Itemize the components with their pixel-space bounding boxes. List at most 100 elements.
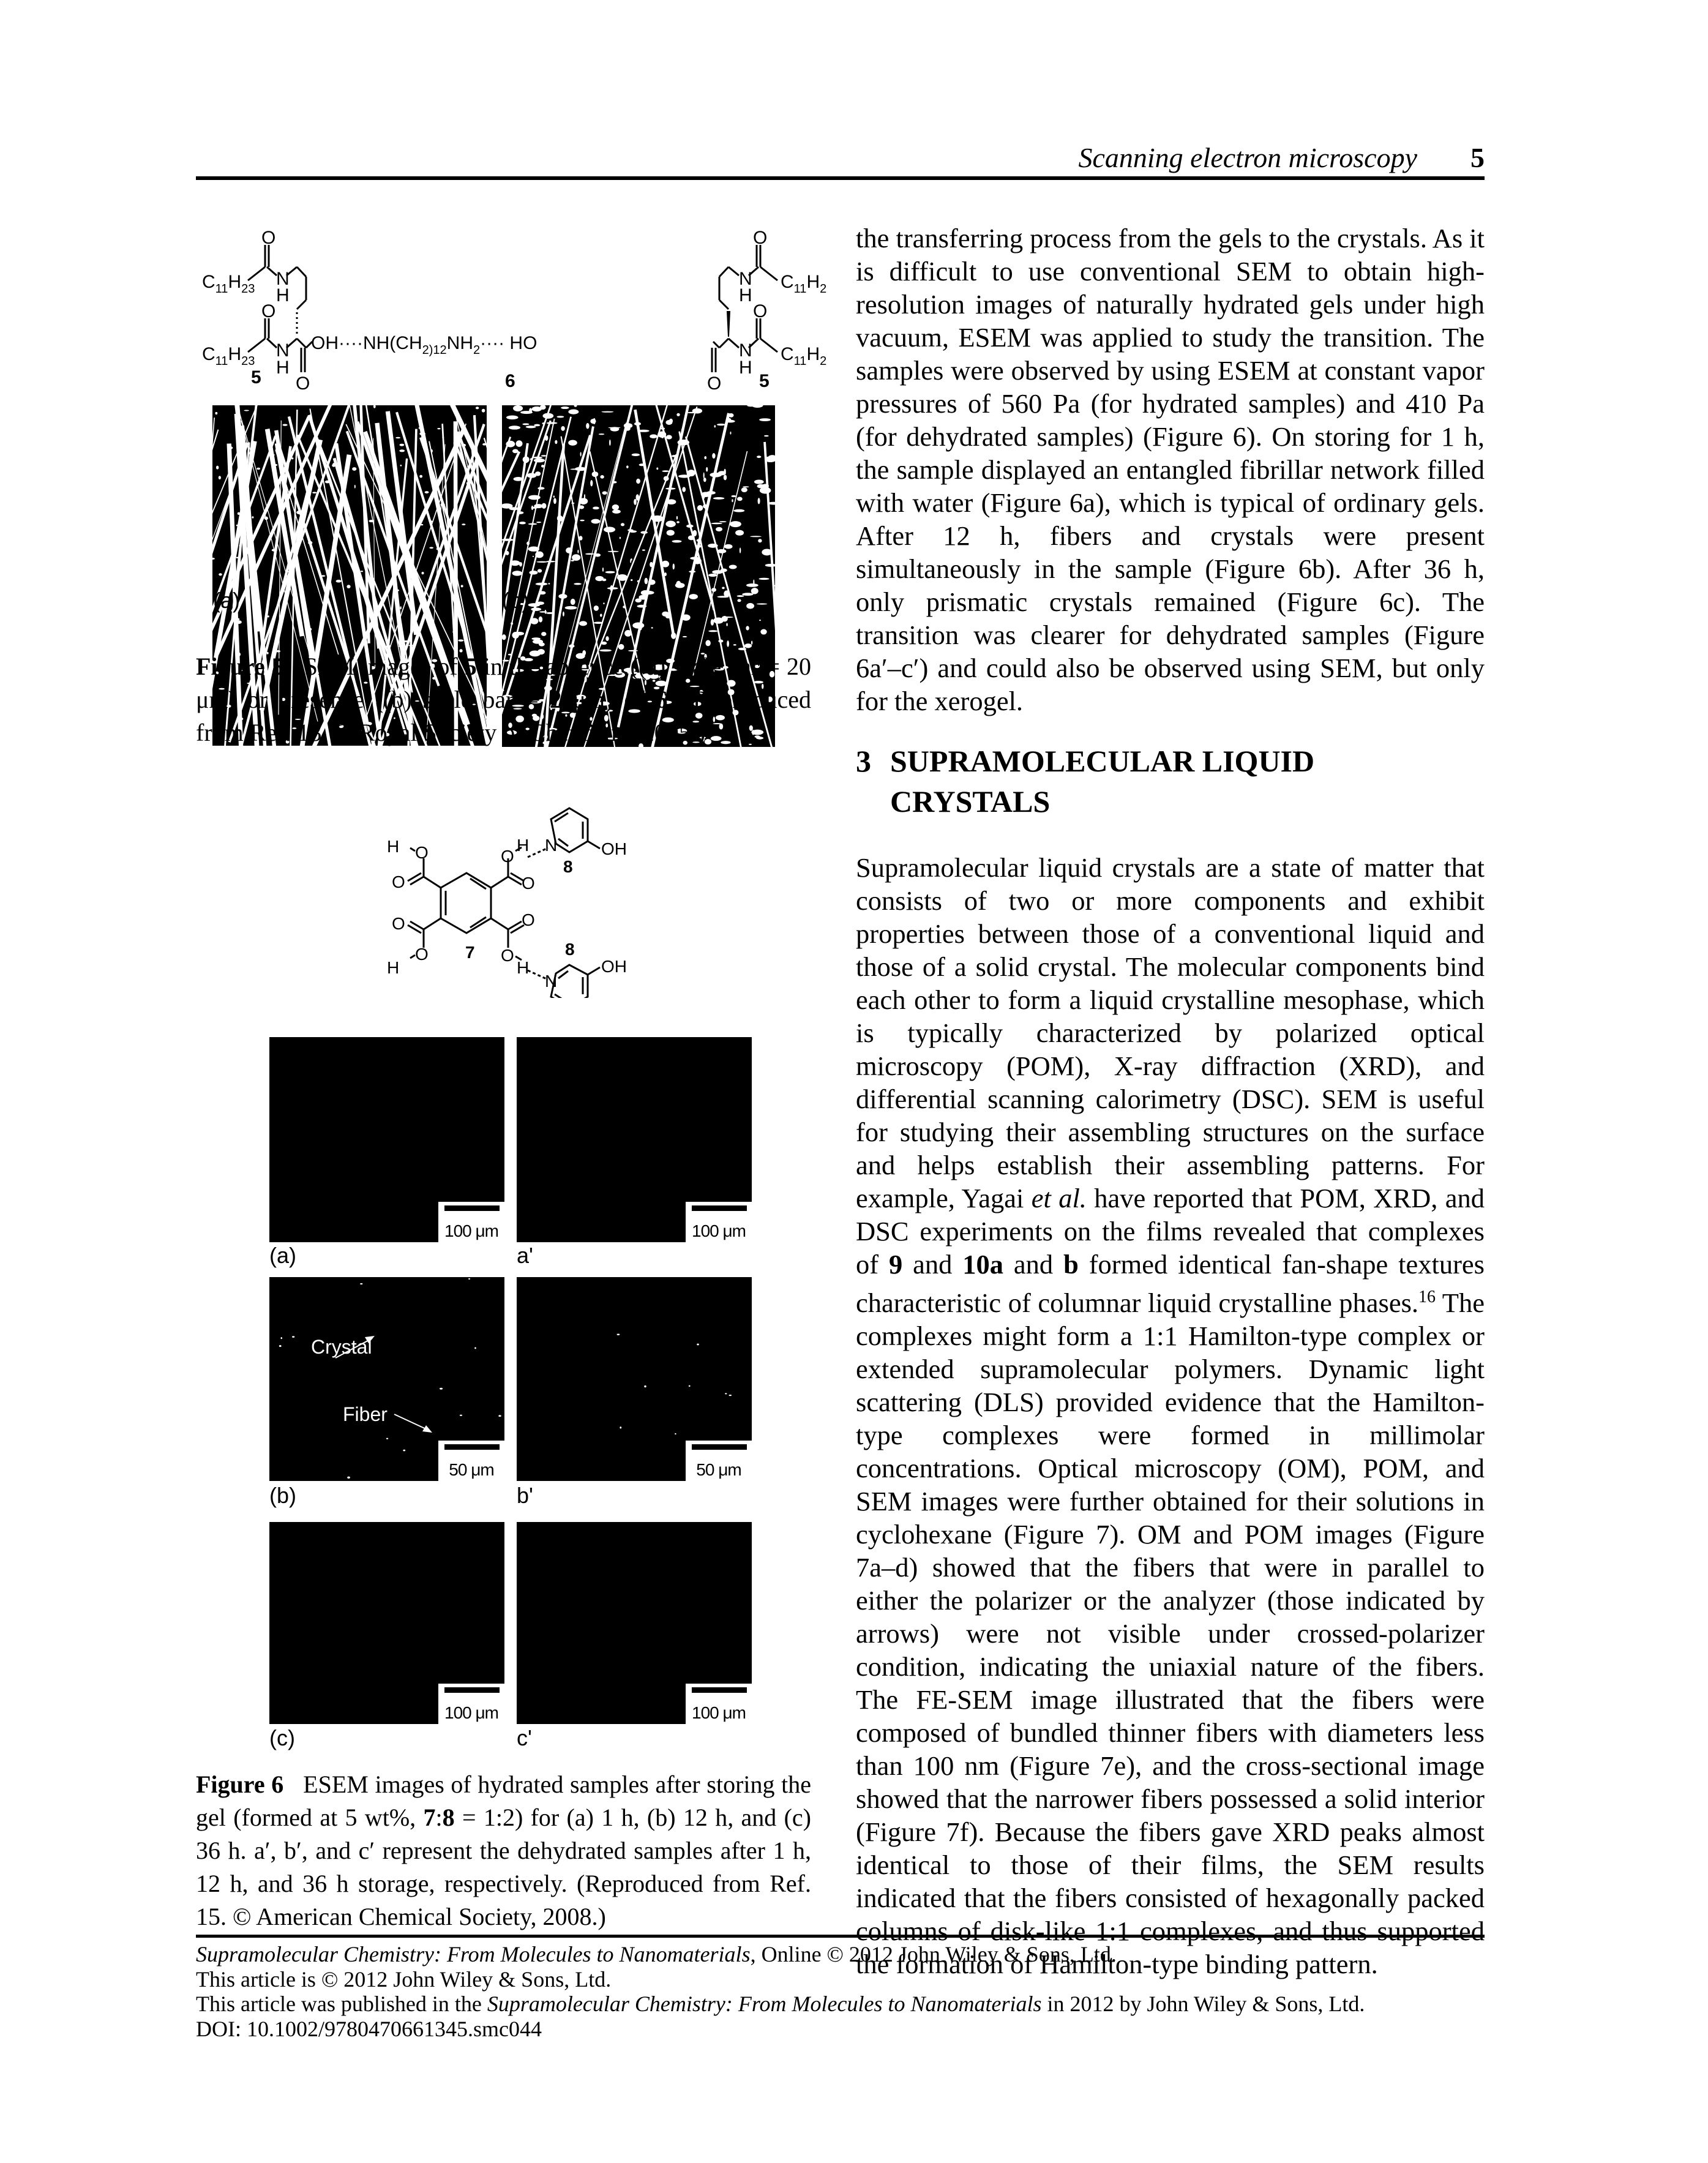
texture-speck [271,549,277,552]
texture-speck [215,411,218,415]
texture-speck [529,570,538,575]
texture-speck [369,519,375,523]
texture-speck [746,602,754,609]
texture-speck [714,425,716,428]
texture-speck [548,583,550,585]
texture-speck [531,506,538,509]
texture-speck [397,589,399,591]
texture-speck [722,587,725,590]
texture-speck [729,521,741,528]
figure6-panel-c-prime-image: 100 μm [517,1522,752,1724]
texture-speck [264,516,268,520]
texture-speck [419,432,425,436]
texture-speck [765,563,775,567]
texture-speck [400,465,402,467]
texture-speck [312,492,317,494]
texture-speck [730,431,732,435]
texture-speck [237,512,241,515]
svg-text:O: O [296,373,310,394]
footer-line-3: This article was published in the Supram… [196,1992,1365,2016]
texture-speck [619,536,621,539]
footer-rule [196,1935,1485,1938]
texture-speck [586,422,590,429]
svg-text:O: O [522,874,535,893]
texture-speck [732,499,733,503]
footer: Supramolecular Chemistry: From Molecules… [196,1942,1543,2041]
texture-speck [236,524,238,527]
texture-speck [568,409,579,414]
texture-speck [537,569,542,573]
texture-speck [212,557,215,560]
texture-speck [631,579,633,582]
fiber-annotation: Fiber [343,1403,388,1425]
texture-speck [758,539,762,543]
texture-speck [400,606,402,610]
texture-speck [335,579,342,583]
texture-speck [282,424,288,426]
scale-bar: 100 μm [438,1684,504,1724]
figure6-panel-a-prime-label: a' [517,1243,533,1268]
texture-speck [706,467,708,472]
texture-speck [723,474,727,481]
texture-speck [403,1449,406,1452]
reference-16[interactable]: 16 [1418,1288,1436,1306]
body-paragraph-liquid-crystals: Supramolecular liquid crystals are a sta… [856,852,1485,1979]
texture-speck [243,465,247,468]
texture-speck [531,607,542,611]
svg-text:O: O [261,228,275,248]
texture-speck [538,642,545,647]
texture-speck [531,637,541,640]
texture-speck [368,604,372,608]
texture-speck [725,1393,727,1395]
texture-speck [564,605,577,610]
svg-text:N: N [545,972,557,991]
svg-text:H: H [517,958,529,977]
texture-speck [716,527,723,532]
texture-speck [460,585,463,588]
texture-speck [676,580,681,587]
hydroxyl-label: OH [601,839,627,858]
texture-speck [430,449,433,453]
texture-speck [462,523,466,525]
texture-speck [219,573,222,576]
texture-speck [442,437,444,438]
texture-speck [682,487,686,492]
texture-speck [418,427,422,429]
texture-speck [600,474,604,479]
texture-speck [541,632,547,636]
texture-speck [616,1333,620,1335]
footer-doi[interactable]: DOI: 10.1002/9780470661345.smc044 [196,2017,1543,2042]
figure5-caption-label: Figure 5 [196,653,284,680]
svg-text:O: O [415,843,429,862]
texture-speck [421,572,424,575]
texture-speck [502,634,506,640]
texture-speck [535,471,541,476]
alkyl-label: C11H23 [202,272,255,296]
texture-speck [602,567,604,572]
texture-speck [743,486,749,488]
texture-speck [746,583,758,587]
texture-speck [729,564,737,569]
svg-text:O: O [415,945,429,964]
texture-speck [609,439,611,446]
figure6-panel-b-label: (b) [269,1483,296,1508]
figure6-caption: Figure 6 ESEM images of hydrated samples… [196,1771,812,1930]
texture-speck [369,622,373,626]
texture-speck [459,1414,463,1416]
texture-speck [541,455,547,457]
texture-speck [408,645,414,647]
texture-speck [482,443,486,446]
texture-speck [354,484,356,489]
texture-speck [244,410,249,411]
texture-speck [764,435,769,437]
texture-speck [716,423,725,426]
texture-speck [636,478,640,484]
texture-speck [525,425,536,429]
texture-speck [727,640,730,647]
texture-speck [620,523,625,527]
compound-8-top: 8 [563,857,573,876]
texture-speck [703,472,705,479]
texture-speck [296,510,302,514]
texture-speck [574,583,582,585]
texture-speck [719,521,727,523]
